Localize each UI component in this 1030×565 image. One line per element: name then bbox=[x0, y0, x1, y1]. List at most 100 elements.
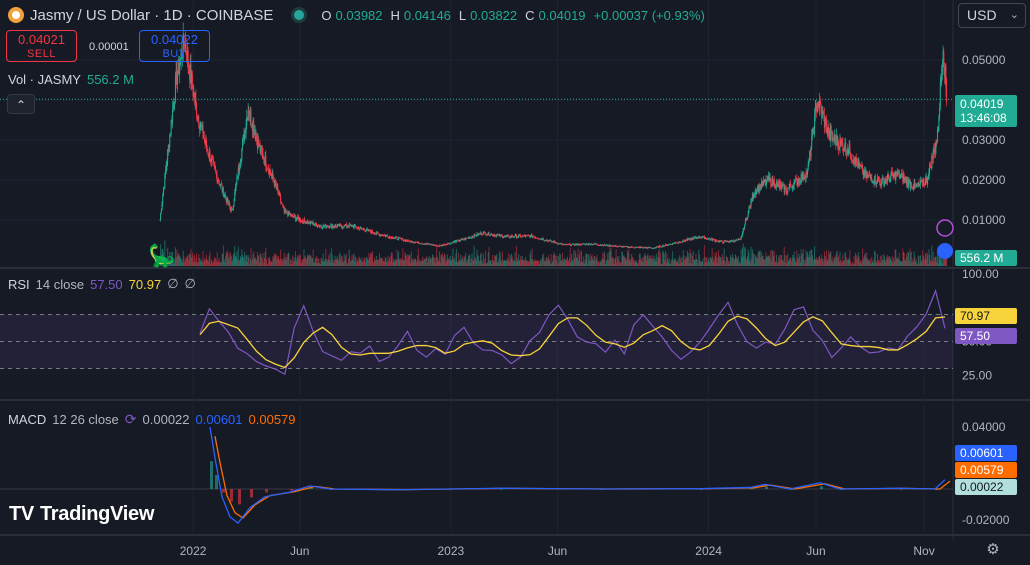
candle-body bbox=[722, 242, 724, 244]
candle-body bbox=[927, 179, 929, 184]
candle-body bbox=[270, 172, 272, 175]
candle-body bbox=[315, 222, 317, 225]
candle-body bbox=[488, 232, 490, 236]
candle-body bbox=[245, 125, 247, 134]
macd-axis-label: -0.02000 bbox=[962, 513, 1010, 527]
candle-body bbox=[924, 179, 926, 186]
candle-body bbox=[937, 129, 939, 131]
candle-body bbox=[790, 183, 792, 187]
candle-body bbox=[387, 236, 389, 238]
candle-body bbox=[557, 243, 559, 245]
candle-body bbox=[684, 240, 686, 242]
sell-button[interactable]: 0.04021 SELL bbox=[6, 30, 77, 62]
candle-body bbox=[888, 174, 890, 179]
currency-value: USD bbox=[967, 7, 997, 23]
candle-body bbox=[320, 225, 322, 227]
volume-legend[interactable]: Vol · JASMY 556.2 M bbox=[8, 72, 134, 87]
candle-body bbox=[215, 168, 217, 172]
candle-body bbox=[819, 99, 821, 105]
rsi-legend[interactable]: RSI 14 close 57.50 70.97 ∅ ∅ bbox=[8, 276, 196, 292]
symbol-title[interactable]: Jasmy / US Dollar · 1D · COINBASE bbox=[30, 7, 273, 24]
candle-body bbox=[849, 145, 851, 156]
sell-label: SELL bbox=[27, 48, 56, 60]
candle-body bbox=[232, 206, 234, 209]
candle-body bbox=[167, 149, 169, 162]
candle-body bbox=[363, 228, 365, 230]
dino-icon: 🦕 bbox=[148, 243, 175, 268]
buy-button[interactable]: 0.04022 BUY bbox=[139, 30, 210, 62]
candle-body bbox=[314, 224, 316, 226]
candle-body bbox=[353, 225, 355, 228]
low-value: 0.03822 bbox=[470, 7, 518, 23]
candle-body bbox=[851, 158, 853, 161]
collapse-chevron-icon: ⌃ bbox=[15, 98, 27, 112]
candle-body bbox=[678, 242, 680, 244]
candle-body bbox=[166, 161, 168, 167]
settings-gear-icon[interactable]: ⚙ bbox=[983, 540, 1003, 560]
macd-histogram-bar bbox=[222, 489, 225, 493]
collapse-legend-button[interactable]: ⌃ bbox=[7, 94, 35, 114]
candle-body bbox=[586, 243, 588, 245]
candle-body bbox=[746, 217, 748, 220]
candle-body bbox=[799, 178, 801, 183]
candle-body bbox=[571, 244, 573, 246]
candle-body bbox=[811, 135, 813, 147]
candle-body bbox=[173, 104, 175, 106]
candle-body bbox=[369, 230, 371, 232]
candle-body bbox=[280, 196, 282, 202]
candle-body bbox=[799, 182, 801, 184]
candle-body bbox=[754, 194, 756, 196]
candle-body bbox=[890, 174, 892, 178]
candle-body bbox=[323, 225, 325, 227]
candle-body bbox=[756, 190, 758, 195]
candle-body bbox=[814, 108, 816, 115]
candle-body bbox=[242, 139, 244, 149]
macd-legend-name: MACD bbox=[8, 412, 47, 427]
candle-body bbox=[218, 180, 220, 182]
candle-body bbox=[900, 174, 902, 177]
close-value: 0.04019 bbox=[538, 7, 586, 23]
candle-body bbox=[345, 224, 347, 227]
candle-body bbox=[593, 244, 595, 246]
macd-legend[interactable]: MACD 12 26 close ⟳ 0.00022 0.00601 0.005… bbox=[8, 411, 296, 428]
currency-select[interactable]: USD ⌄ bbox=[958, 3, 1026, 28]
macd-signal-line bbox=[214, 436, 951, 519]
price-axis-label: 0.02000 bbox=[962, 173, 1006, 187]
candle-body bbox=[734, 241, 736, 242]
candle-body bbox=[590, 244, 592, 246]
candle-body bbox=[908, 179, 910, 181]
candle-body bbox=[807, 163, 809, 169]
buy-label: BUY bbox=[162, 48, 187, 60]
candle-body bbox=[694, 237, 696, 239]
candle-body bbox=[234, 187, 236, 193]
macd-histogram-bar bbox=[265, 489, 268, 493]
candle-body bbox=[266, 167, 268, 169]
candle-body bbox=[359, 228, 361, 230]
candle-body bbox=[855, 156, 857, 162]
candle-body bbox=[161, 203, 163, 211]
macd-hist-legend-value: 0.00022 bbox=[142, 412, 190, 427]
candle-body bbox=[785, 187, 787, 193]
candle-body bbox=[405, 240, 407, 241]
candle-body bbox=[808, 161, 810, 164]
us-flag-icon bbox=[937, 243, 953, 259]
candle-body bbox=[787, 187, 789, 189]
candle-body bbox=[838, 147, 840, 150]
candle-body bbox=[823, 114, 825, 116]
candle-body bbox=[225, 195, 227, 199]
market-status-icon[interactable] bbox=[291, 7, 308, 23]
macd-line bbox=[209, 426, 946, 525]
candle-body bbox=[250, 110, 252, 125]
candle-body bbox=[232, 208, 234, 210]
candle-body bbox=[834, 134, 836, 140]
candle-body bbox=[165, 170, 167, 174]
candle-body bbox=[195, 98, 197, 106]
alert-lightning-icon bbox=[936, 219, 954, 237]
candle-body bbox=[882, 177, 884, 180]
candle-body bbox=[939, 108, 941, 117]
last-price-value: 0.04019 bbox=[960, 97, 1004, 111]
tradingview-logo[interactable]: TV TradingView bbox=[9, 503, 154, 526]
candle-body bbox=[475, 235, 477, 237]
candle-body bbox=[550, 240, 552, 242]
candle-body bbox=[880, 184, 882, 186]
